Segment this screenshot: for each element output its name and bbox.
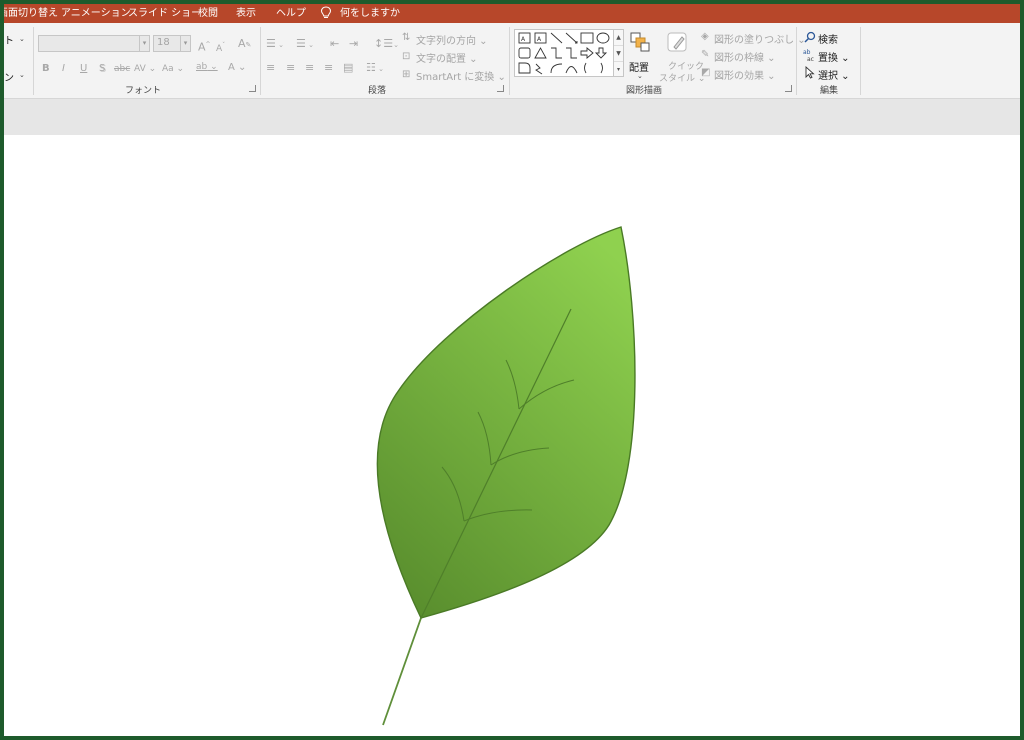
magnifier-icon — [804, 31, 816, 43]
svg-text:A: A — [521, 36, 526, 43]
ribbon-tab-bar: 画面切り替え アニメーション スライド ショー 校閲 表示 ヘルプ 何をしますか — [4, 4, 1020, 23]
bullets-button[interactable]: ☰ ⌄ — [266, 38, 284, 51]
tab-slideshow[interactable]: スライド ショー — [128, 4, 201, 23]
clipboard-partial-1[interactable]: ト — [4, 32, 14, 47]
italic-button[interactable]: I — [62, 63, 65, 75]
tab-view[interactable]: 表示 — [236, 4, 256, 23]
shape-effects-button[interactable]: 図形の効果 ⌄ — [714, 67, 776, 82]
font-color-button[interactable]: A ⌄ — [228, 62, 246, 74]
grow-font-button[interactable]: A^ — [198, 39, 211, 54]
distributed-button[interactable]: ▤ — [343, 62, 353, 74]
align-right-button[interactable]: ≡ — [305, 62, 314, 74]
group-label-editing: 編集 — [820, 86, 839, 96]
slide-canvas[interactable] — [4, 135, 1020, 736]
gallery-down-icon[interactable]: ▼ — [614, 46, 623, 62]
increase-indent-button[interactable]: ⇥ — [349, 38, 358, 50]
shape-outline-button[interactable]: 図形の枠線 ⌄ — [714, 49, 776, 64]
find-button[interactable]: 検索 — [818, 31, 838, 46]
highlight-button[interactable]: ab ⌄ — [196, 61, 218, 73]
paint-brush-icon[interactable] — [666, 31, 690, 55]
leaf-shape[interactable] — [376, 226, 636, 619]
align-text-icon: ⊡ — [402, 51, 411, 62]
line-spacing-button[interactable]: ↕☰⌄ — [374, 38, 399, 51]
align-text-button[interactable]: 文字の配置 ⌄ — [416, 50, 478, 65]
app-window: 画面切り替え アニメーション スライド ショー 校閲 表示 ヘルプ 何をしますか… — [4, 4, 1020, 736]
gallery-scroll[interactable]: ▲ ▼ ▾ — [613, 29, 624, 77]
cursor-arrow-icon — [805, 66, 815, 79]
align-center-button[interactable]: ≡ — [286, 62, 295, 74]
chevron-down-icon: ⌄ — [19, 71, 25, 79]
text-direction-icon: ⇅ — [402, 32, 411, 43]
tab-review[interactable]: 校閲 — [198, 4, 218, 23]
shape-fill-button[interactable]: 図形の塗りつぶし ⌄ — [714, 31, 806, 46]
columns-button[interactable]: ☷ ⌄ — [366, 62, 384, 75]
chevron-down-icon[interactable]: ▾ — [139, 36, 149, 51]
tell-me-search[interactable]: 何をしますか — [340, 4, 400, 23]
dialog-launcher-icon[interactable] — [785, 85, 792, 92]
lightbulb-icon — [320, 6, 332, 18]
justify-button[interactable]: ≡ — [324, 62, 333, 74]
character-spacing-button[interactable]: AV ⌄ — [134, 63, 156, 75]
font-size-combo[interactable]: 18 ▾ — [153, 35, 191, 52]
gallery-up-icon[interactable]: ▲ — [614, 30, 623, 46]
shape-effects-icon: ◩ — [701, 67, 711, 78]
leaf-stem — [382, 617, 422, 726]
convert-to-smartart-button[interactable]: SmartArt に変換 ⌄ — [416, 68, 506, 83]
chevron-down-icon[interactable]: ▾ — [180, 36, 190, 51]
shape-fill-icon: ◈ — [701, 31, 709, 42]
shape-outline-icon: ✎ — [701, 49, 710, 60]
font-name-combo[interactable]: ▾ — [38, 35, 150, 52]
replace-button[interactable]: 置換 ⌄ — [818, 49, 850, 64]
text-shadow-button[interactable]: S — [99, 63, 105, 75]
shapes-gallery-icons: A A — [518, 32, 610, 75]
chevron-down-icon: ⌄ — [637, 72, 643, 80]
group-separator — [260, 27, 261, 95]
text-direction-button[interactable]: 文字列の方向 ⌄ — [416, 32, 488, 47]
dialog-launcher-icon[interactable] — [497, 85, 504, 92]
group-separator — [860, 27, 861, 95]
gallery-more-icon[interactable]: ▾ — [614, 62, 623, 78]
bold-button[interactable]: B — [42, 63, 50, 75]
decrease-indent-button[interactable]: ⇤ — [330, 38, 339, 50]
group-separator — [509, 27, 510, 95]
underline-button[interactable]: U — [80, 63, 87, 75]
tab-animations[interactable]: アニメーション — [61, 4, 131, 23]
leaf-illustration[interactable] — [4, 135, 1020, 736]
abc-replace-icon: ab ac — [803, 49, 814, 62]
svg-text:ab: ab — [803, 49, 811, 56]
clear-formatting-button[interactable]: A✎ — [238, 38, 251, 51]
tab-help[interactable]: ヘルプ — [276, 4, 306, 23]
group-separator — [796, 27, 797, 95]
shapes-gallery[interactable]: A A — [514, 29, 614, 77]
dialog-launcher-icon[interactable] — [249, 85, 256, 92]
shrink-font-button[interactable]: Aˇ — [216, 40, 225, 55]
tab-transitions[interactable]: 画面切り替え — [4, 4, 58, 23]
align-left-button[interactable]: ≡ — [266, 62, 275, 74]
group-label-font: フォント — [125, 86, 162, 96]
change-case-button[interactable]: Aa ⌄ — [162, 63, 184, 75]
select-button[interactable]: 選択 ⌄ — [818, 67, 850, 82]
smartart-icon: ⊞ — [402, 69, 411, 80]
numbering-button[interactable]: ☰ ⌄ — [296, 38, 314, 51]
clipboard-partial-2[interactable]: ン — [4, 69, 14, 84]
group-separator — [33, 27, 34, 95]
ribbon: ト ⌄ ン ⌄ ▾ 18 ▾ A^ Aˇ A✎ B I U S abc AV ⌄… — [4, 23, 1020, 99]
group-label-paragraph: 段落 — [368, 86, 387, 96]
quick-styles-button[interactable]: スタイル ⌄ — [659, 71, 705, 84]
group-label-drawing: 図形描画 — [626, 86, 663, 96]
chevron-down-icon: ⌄ — [19, 35, 25, 43]
ribbon-collapsed-area — [4, 99, 1020, 135]
strikethrough-button[interactable]: abc — [114, 63, 130, 75]
arrange-shapes-icon[interactable] — [629, 31, 651, 53]
svg-text:A: A — [537, 36, 542, 43]
svg-text:ac: ac — [807, 56, 814, 62]
